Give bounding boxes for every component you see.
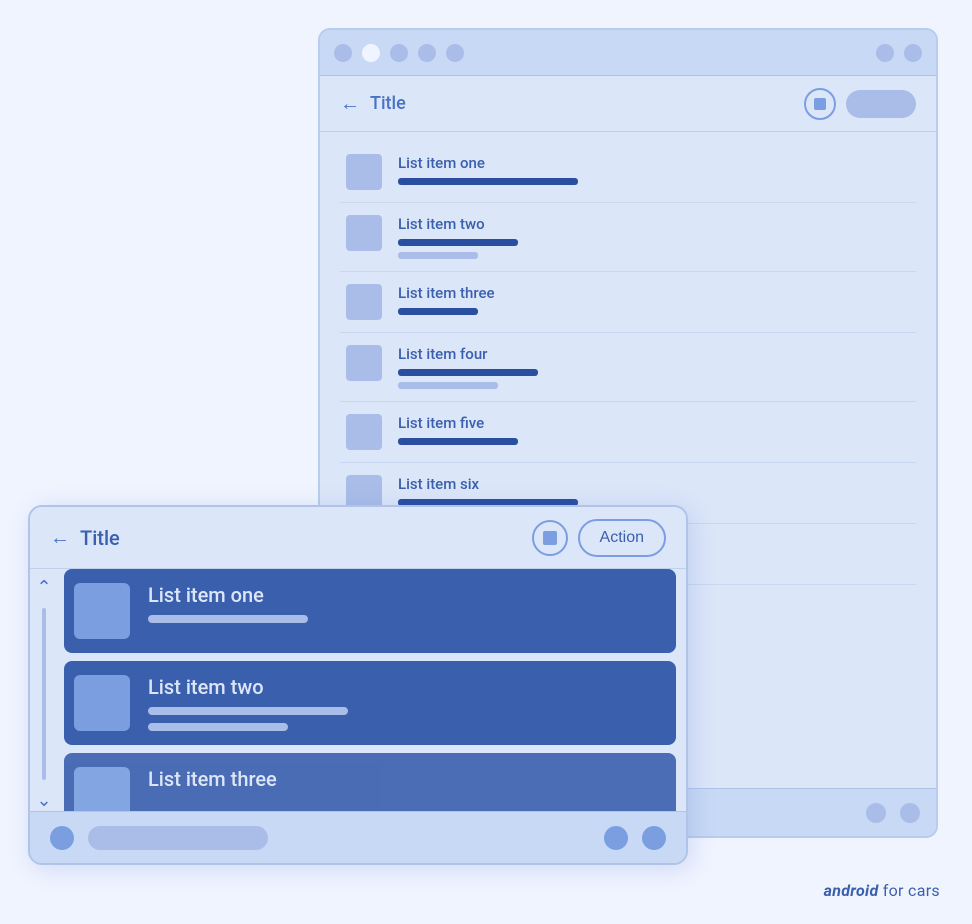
brand-suffix: for cars <box>878 881 940 900</box>
list-item-title: List item six <box>398 475 578 493</box>
icon-button-square[interactable] <box>804 88 836 120</box>
list-item-bar-primary <box>398 369 538 376</box>
back-window-title: Title <box>370 93 794 114</box>
front-window-list: List item one List item two List item th… <box>58 569 686 811</box>
title-bar-right-dot-1 <box>876 44 894 62</box>
front-list-item-title: List item one <box>148 583 308 607</box>
scroll-track <box>42 608 46 780</box>
list-item[interactable]: List item four <box>340 333 916 402</box>
list-item-content: List item five <box>398 414 518 445</box>
chevron-down-icon[interactable]: ⌄ <box>36 790 51 811</box>
bottom-right-dot-2[interactable] <box>642 826 666 850</box>
front-list-item-bar-secondary <box>148 723 288 731</box>
list-item-title: List item five <box>398 414 518 432</box>
chevron-up-icon[interactable]: ⌃ <box>36 577 51 598</box>
list-item-content: List item six <box>398 475 578 506</box>
back-window-title-bar <box>320 30 936 76</box>
list-item-bar-secondary <box>398 382 498 389</box>
pill-button[interactable] <box>846 90 916 118</box>
back-window-app-bar: ← Title <box>320 76 936 132</box>
bottom-nav-dot[interactable] <box>50 826 74 850</box>
title-bar-dot-5 <box>446 44 464 62</box>
front-list-item-thumb <box>74 767 130 811</box>
list-item-bar-primary <box>398 308 478 315</box>
bottom-right-dot-1[interactable] <box>604 826 628 850</box>
title-bar-dot-4 <box>418 44 436 62</box>
bottom-bar-dot-2 <box>900 803 920 823</box>
front-window-bottom-bar <box>30 811 686 863</box>
stop-icon <box>543 531 557 545</box>
front-list-item-title: List item two <box>148 675 348 699</box>
list-item-content: List item three <box>398 284 495 315</box>
title-bar-dot-1 <box>334 44 352 62</box>
list-item-thumb <box>346 345 382 381</box>
bottom-bar-right <box>604 826 666 850</box>
title-bar-dot-3 <box>390 44 408 62</box>
list-item-bar-secondary <box>398 252 478 259</box>
list-item[interactable]: List item one <box>340 142 916 203</box>
front-list-item-thumb <box>74 675 130 731</box>
list-item-thumb <box>346 215 382 251</box>
action-button[interactable]: Action <box>578 519 666 557</box>
front-list-item[interactable]: List item three <box>64 753 676 811</box>
front-list-item-bar <box>148 615 308 623</box>
bottom-nav-pill[interactable] <box>88 826 268 850</box>
front-list-item-title: List item three <box>148 767 277 791</box>
list-item[interactable]: List item five <box>340 402 916 463</box>
front-list-item-thumb <box>74 583 130 639</box>
front-list-item[interactable]: List item two <box>64 661 676 745</box>
brand-android: android <box>824 881 879 900</box>
list-item-thumb <box>346 284 382 320</box>
front-list-item[interactable]: List item one <box>64 569 676 653</box>
list-item-bar-primary <box>398 438 518 445</box>
front-window-app-bar: ← Title Action <box>30 507 686 569</box>
title-bar-right-dot-2 <box>904 44 922 62</box>
list-item-content: List item four <box>398 345 538 389</box>
brand-label: android for cars <box>824 881 940 900</box>
list-item-title: List item two <box>398 215 518 233</box>
list-item-content: List item one <box>398 154 578 185</box>
bottom-bar-left <box>50 826 268 850</box>
list-item-bar-primary <box>398 178 578 185</box>
title-bar-dot-white <box>362 44 380 62</box>
front-list-item-bar-primary <box>148 707 348 715</box>
list-item-thumb <box>346 154 382 190</box>
list-item-bar-primary <box>398 239 518 246</box>
front-window: ← Title Action ⌃ ⌄ List item one <box>28 505 688 865</box>
front-icon-button[interactable] <box>532 520 568 556</box>
front-scroll-area: ⌃ ⌄ List item one List item two <box>30 569 686 811</box>
list-item-title: List item three <box>398 284 495 302</box>
scroll-indicator: ⌃ ⌄ <box>30 569 58 811</box>
front-back-arrow-icon[interactable]: ← <box>50 525 70 550</box>
back-arrow-icon[interactable]: ← <box>340 91 360 116</box>
list-item[interactable]: List item three <box>340 272 916 333</box>
front-list-item-content: List item three <box>148 767 277 791</box>
bottom-bar-dot-1 <box>866 803 886 823</box>
list-item-content: List item two <box>398 215 518 259</box>
list-item-title: List item one <box>398 154 578 172</box>
square-icon <box>814 98 826 110</box>
list-item[interactable]: List item two <box>340 203 916 272</box>
list-item-title: List item four <box>398 345 538 363</box>
list-item-thumb <box>346 414 382 450</box>
front-list-item-content: List item two <box>148 675 348 731</box>
front-list-item-content: List item one <box>148 583 308 623</box>
front-window-title: Title <box>80 526 522 550</box>
